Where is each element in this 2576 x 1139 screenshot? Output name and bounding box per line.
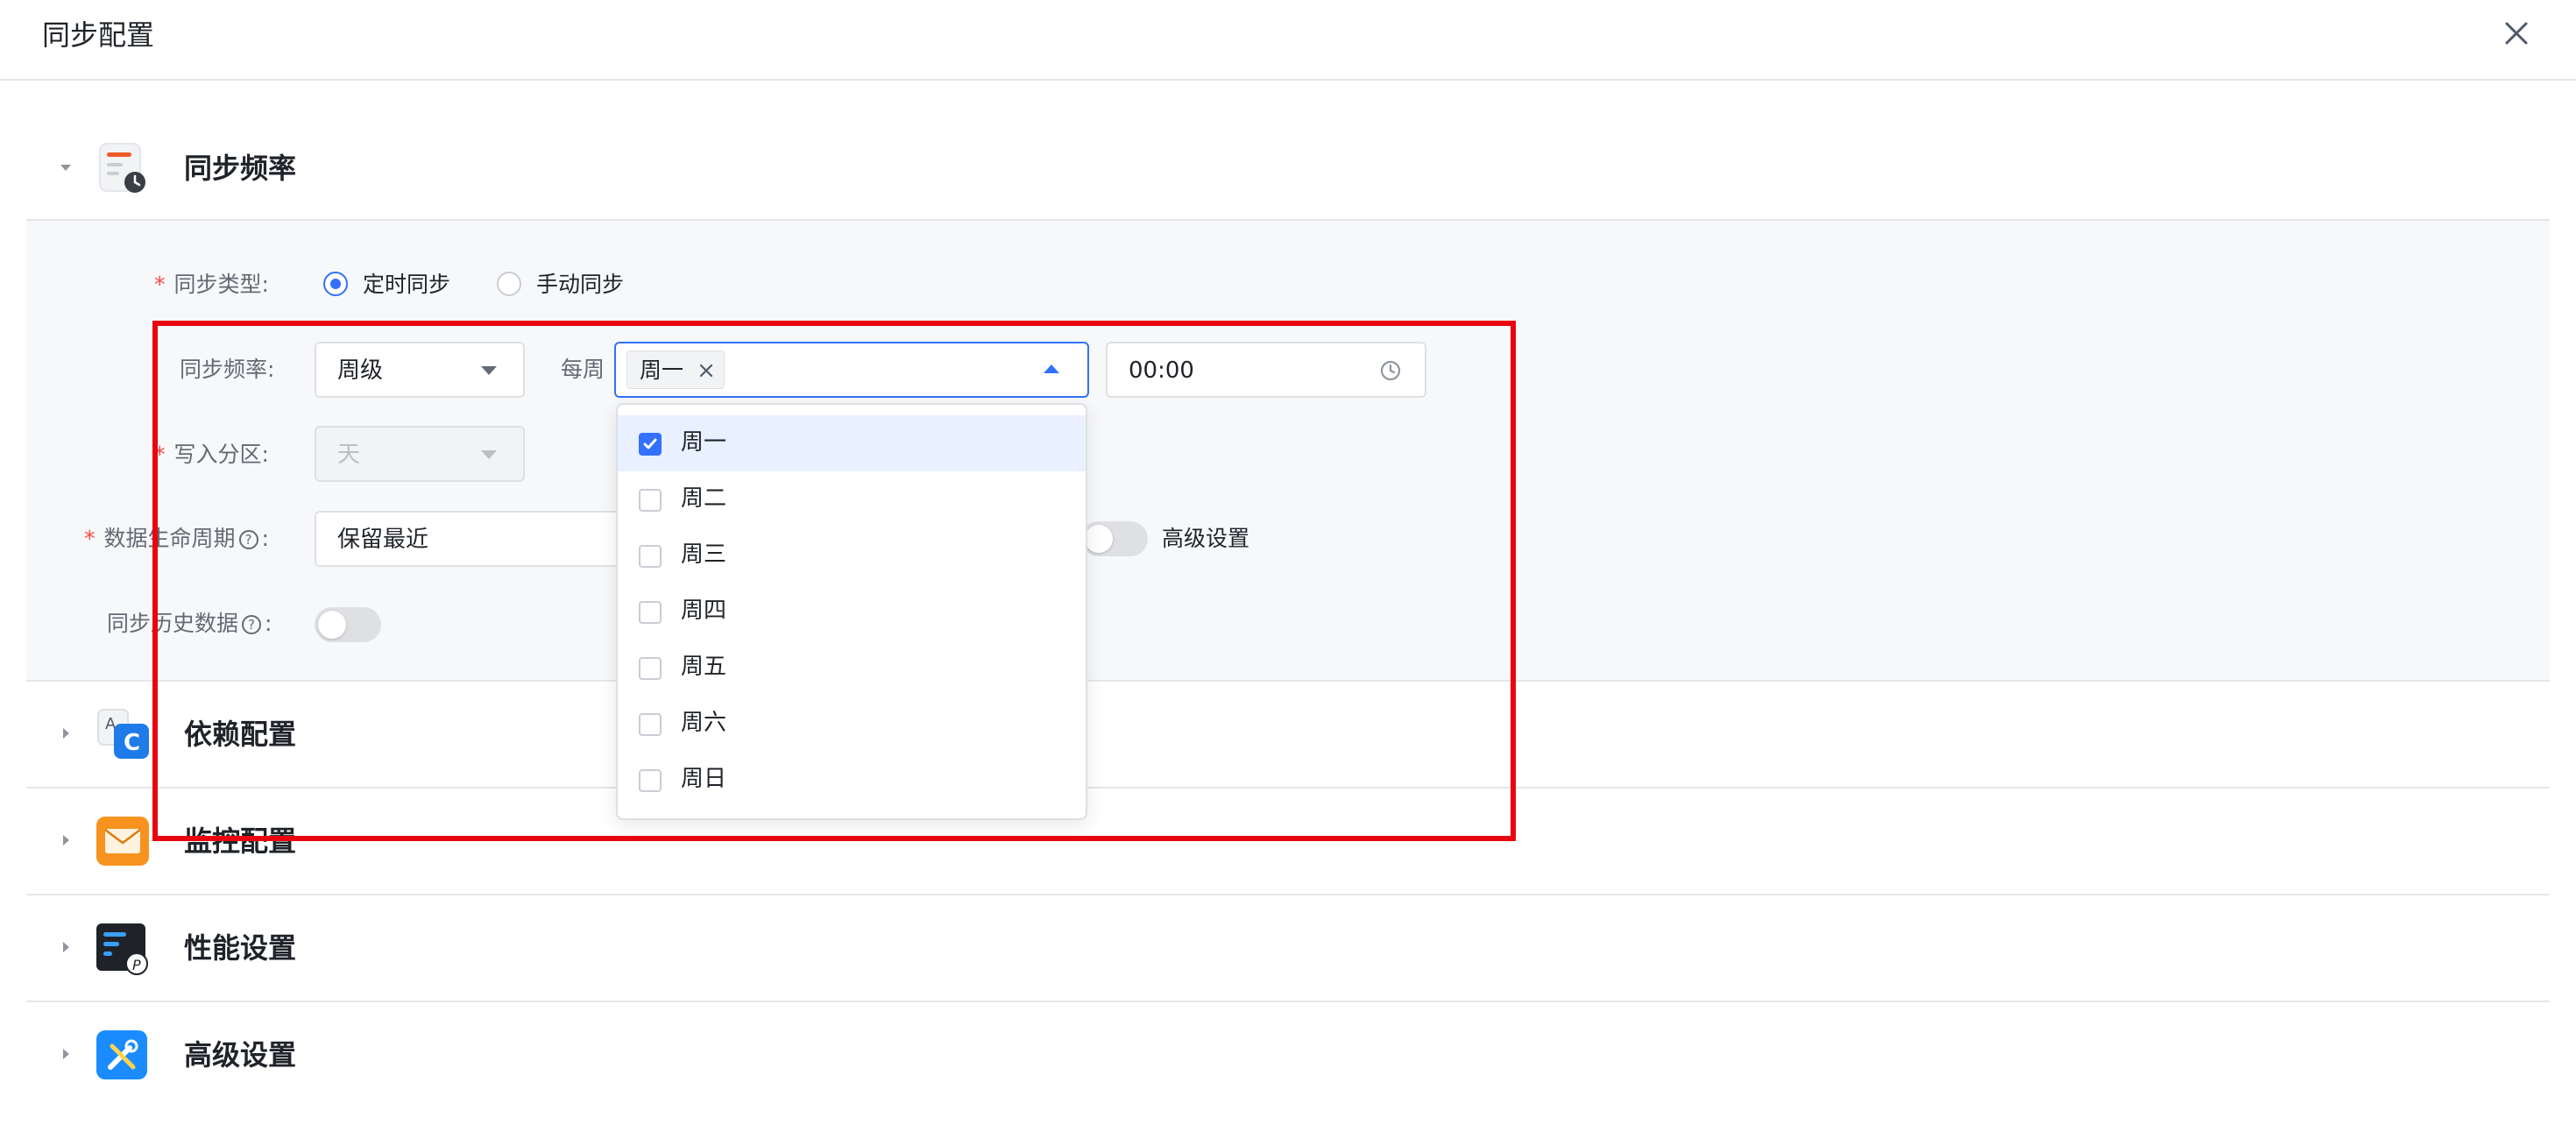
weekday-option[interactable]: 周六 bbox=[618, 696, 1086, 752]
weekday-tag: 周一 bbox=[626, 350, 725, 389]
section-title: 同步频率 bbox=[184, 152, 297, 185]
sync-type-label: * 同步类型: bbox=[154, 272, 269, 297]
chevron-right-icon[interactable] bbox=[58, 832, 74, 848]
section-title: 高级设置 bbox=[184, 1038, 297, 1072]
chevron-right-icon[interactable] bbox=[58, 939, 74, 955]
weekday-option[interactable]: 周五 bbox=[618, 640, 1086, 696]
tools-icon bbox=[96, 1030, 147, 1079]
caret-down-icon bbox=[481, 366, 497, 375]
section-monitoring[interactable]: 监控配置 bbox=[26, 789, 2550, 894]
help-icon[interactable]: ? bbox=[242, 615, 262, 634]
weekday-option[interactable]: 周四 bbox=[618, 584, 1086, 640]
checkbox[interactable] bbox=[639, 657, 662, 680]
help-icon[interactable]: ? bbox=[238, 530, 258, 549]
lifecycle-select[interactable]: 保留最近 bbox=[315, 511, 665, 567]
section-title: 监控配置 bbox=[184, 824, 297, 858]
chevron-right-icon[interactable] bbox=[58, 725, 74, 741]
checkbox[interactable] bbox=[639, 713, 662, 736]
section-sync-frequency[interactable]: 同步频率 bbox=[26, 116, 2550, 221]
advanced-settings-label: 高级设置 bbox=[1162, 526, 1250, 551]
advanced-settings-toggle[interactable] bbox=[1081, 521, 1148, 556]
weekday-option[interactable]: 周三 bbox=[618, 527, 1086, 584]
svg-text:C: C bbox=[124, 730, 140, 756]
dialog-header bbox=[0, 0, 2576, 81]
weekday-option[interactable]: 周二 bbox=[618, 471, 1086, 527]
mail-icon bbox=[96, 817, 149, 866]
checkbox[interactable] bbox=[639, 489, 662, 512]
radio-scheduled-sync-label[interactable]: 定时同步 bbox=[363, 270, 450, 300]
tag-close-icon[interactable] bbox=[697, 362, 715, 379]
lifecycle-label: * 数据生命周期?: bbox=[84, 526, 269, 551]
performance-icon: P bbox=[96, 923, 148, 975]
partition-select: 天 bbox=[315, 426, 525, 482]
caret-up-icon bbox=[1044, 364, 1059, 373]
weekday-dropdown: 周一 周二 周三 周四 周五 周六 周日 bbox=[616, 403, 1087, 820]
checkbox[interactable] bbox=[639, 545, 662, 568]
weekday-option[interactable]: 周日 bbox=[618, 752, 1086, 808]
weekday-tag-label: 周一 bbox=[640, 357, 684, 383]
time-picker[interactable]: 00:00 bbox=[1106, 342, 1426, 398]
partition-label: * 写入分区: bbox=[154, 442, 269, 467]
checkbox[interactable] bbox=[639, 769, 662, 792]
chevron-right-icon[interactable] bbox=[58, 1046, 74, 1062]
frequency-label: 同步频率: bbox=[180, 357, 275, 382]
section-title: 依赖配置 bbox=[184, 718, 297, 751]
clock-icon bbox=[1380, 360, 1401, 381]
dialog-title: 同步配置 bbox=[42, 18, 155, 52]
history-label: 同步历史数据?: bbox=[107, 611, 272, 636]
section-advanced[interactable]: 高级设置 bbox=[26, 1002, 2550, 1107]
section-title: 性能设置 bbox=[184, 931, 297, 965]
weekday-option[interactable]: 周一 bbox=[618, 415, 1086, 471]
history-sync-toggle[interactable] bbox=[315, 607, 381, 642]
chevron-down-icon[interactable] bbox=[58, 159, 74, 175]
svg-text:P: P bbox=[132, 957, 141, 973]
radio-scheduled-sync[interactable] bbox=[323, 272, 348, 296]
schedule-doc-icon bbox=[99, 143, 145, 193]
frequency-select[interactable]: 周级 bbox=[315, 342, 525, 398]
checkbox-checked[interactable] bbox=[639, 433, 662, 456]
caret-down-icon bbox=[481, 450, 497, 459]
per-week-label: 每周 bbox=[561, 357, 605, 382]
weekday-multiselect[interactable]: 周一 bbox=[614, 342, 1089, 398]
section-dependency[interactable]: A C 依赖配置 bbox=[26, 682, 2550, 787]
dependency-icon: A C bbox=[97, 709, 149, 759]
radio-manual-sync-label[interactable]: 手动同步 bbox=[536, 270, 624, 300]
section-performance[interactable]: P 性能设置 bbox=[26, 895, 2550, 1001]
checkbox[interactable] bbox=[639, 601, 662, 624]
close-icon[interactable] bbox=[2499, 16, 2534, 51]
radio-manual-sync[interactable] bbox=[497, 272, 521, 296]
